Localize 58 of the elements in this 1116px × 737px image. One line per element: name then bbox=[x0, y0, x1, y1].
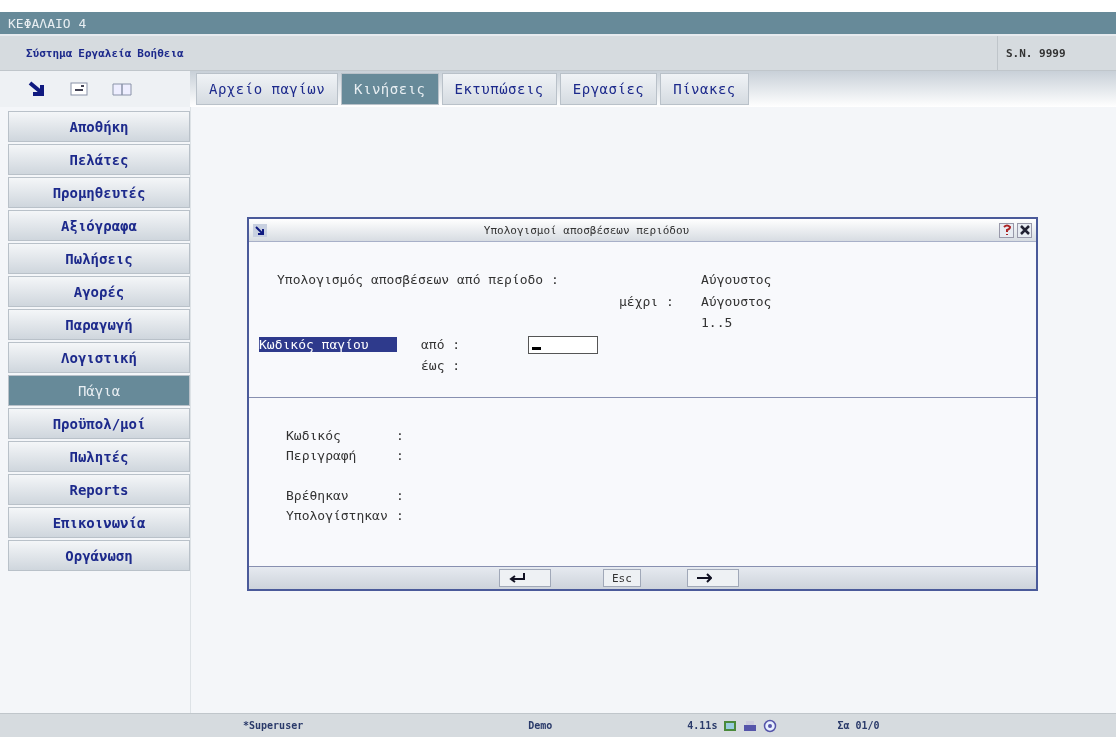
info-label: Περιγραφή bbox=[286, 448, 358, 465]
tab[interactable]: Εργασίες bbox=[559, 73, 658, 105]
tab[interactable]: Αρχείο παγίων bbox=[196, 73, 339, 105]
printer-icon[interactable] bbox=[743, 718, 758, 733]
code-input-field[interactable] bbox=[528, 336, 598, 354]
sidebar-item[interactable]: Αγορές bbox=[8, 276, 190, 307]
from-label: από : bbox=[421, 337, 461, 352]
to-label: έως : bbox=[421, 358, 461, 373]
until-label: μέχρι : bbox=[619, 294, 674, 309]
info-value: : bbox=[396, 428, 405, 445]
sidebar-item[interactable]: Reports bbox=[8, 474, 190, 505]
enter-icon bbox=[508, 572, 526, 584]
info-value: : bbox=[396, 508, 405, 525]
sidebar-item[interactable]: Οργάνωση bbox=[8, 540, 190, 571]
period-value: Αύγουστος bbox=[701, 294, 772, 309]
sidebar-item[interactable]: Προϋπολ/μοί bbox=[8, 408, 190, 439]
tab[interactable]: Πίνακες bbox=[660, 73, 749, 105]
sidebar-item[interactable]: Αξιόγραφα bbox=[8, 210, 190, 241]
field-label: Κωδικός παγίου bbox=[259, 337, 397, 352]
dialog-title: Υπολογισμοί αποσβέσεων περιόδου bbox=[482, 223, 691, 237]
arrow-icon[interactable] bbox=[253, 223, 267, 237]
menu-item[interactable]: Σύστημα bbox=[26, 46, 73, 60]
timing-text: 4.11s bbox=[687, 720, 718, 731]
disc-icon[interactable] bbox=[763, 718, 778, 733]
next-button[interactable] bbox=[686, 569, 739, 587]
sidebar-item[interactable]: Πωλήσεις bbox=[8, 243, 190, 274]
arrow-icon[interactable] bbox=[28, 80, 46, 98]
tab[interactable]: Εκτυπώσεις bbox=[441, 73, 557, 105]
window-icon[interactable] bbox=[70, 80, 88, 98]
menu-item[interactable]: Εργαλεία bbox=[78, 46, 132, 60]
sidebar-item[interactable]: Επικοινωνία bbox=[8, 507, 190, 538]
sidebar-item[interactable]: Προμηθευτές bbox=[8, 177, 190, 208]
close-button[interactable] bbox=[1017, 222, 1032, 238]
user-name: *Superuser bbox=[243, 720, 304, 731]
info-label: Βρέθηκαν bbox=[286, 488, 350, 505]
serial-number: S.N. 9999 bbox=[997, 36, 1116, 70]
range-text: 1..5 bbox=[701, 315, 733, 330]
sidebar-item[interactable]: Πελάτες bbox=[8, 144, 190, 175]
help-button[interactable] bbox=[999, 222, 1014, 238]
sidebar-item[interactable]: Λογιστική bbox=[8, 342, 190, 373]
esc-button[interactable]: Esc bbox=[603, 569, 641, 587]
info-label: Κωδικός bbox=[286, 428, 342, 445]
period-label: Υπολογισμός αποσβέσεων από περίοδο : bbox=[277, 272, 559, 287]
info-value: : bbox=[396, 488, 405, 505]
monitor-icon[interactable] bbox=[723, 718, 738, 733]
sidebar-item[interactable]: Πωλητές bbox=[8, 441, 190, 472]
menu-item[interactable]: Βοήθεια bbox=[137, 46, 184, 60]
sidebar-item[interactable]: Παραγωγή bbox=[8, 309, 190, 340]
sidebar-item[interactable]: Αποθήκη bbox=[8, 111, 190, 142]
info-label: Υπολογίστηκαν bbox=[286, 508, 389, 525]
window-title: ΚΕΦΑΛΑΙΟ 4 bbox=[8, 15, 87, 31]
arrow-icon bbox=[695, 572, 712, 584]
close-icon bbox=[1018, 224, 1031, 236]
period-value: Αύγουστος bbox=[701, 272, 772, 287]
info-value: : bbox=[396, 448, 405, 465]
company-name: Demo bbox=[528, 720, 553, 731]
date-text: Σα 01/0 bbox=[837, 720, 880, 731]
enter-button[interactable] bbox=[499, 569, 551, 587]
